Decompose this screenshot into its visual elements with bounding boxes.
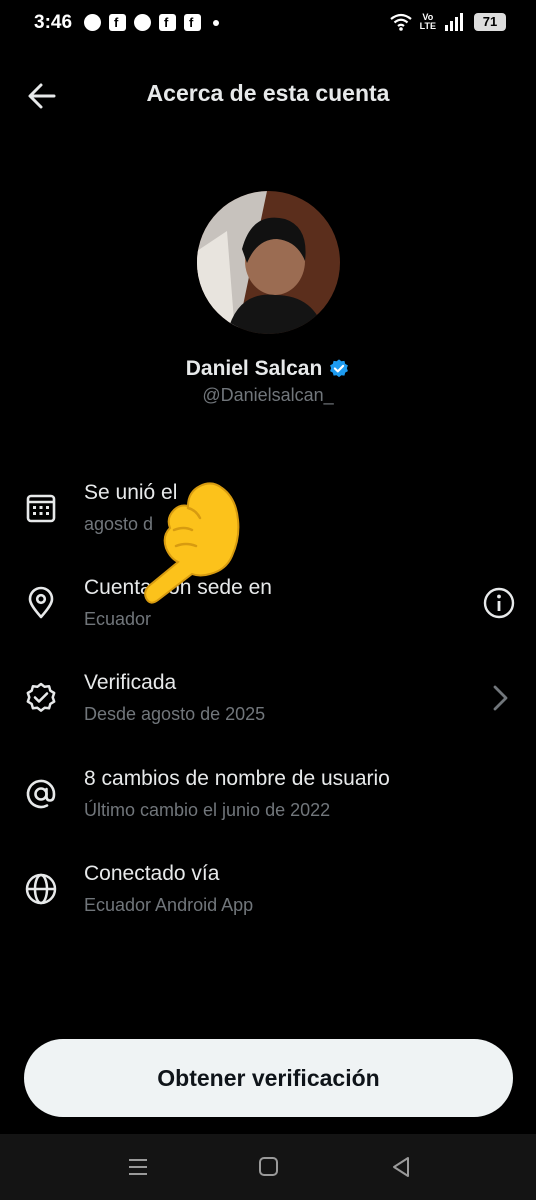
get-verified-button[interactable]: Obtener verificación — [24, 1039, 513, 1117]
at-sign-icon — [26, 779, 56, 809]
row-subtitle: Desde agosto de 2025 — [84, 704, 266, 724]
status-time: 3:46 — [34, 12, 73, 33]
notification-icons: f f f — [84, 14, 219, 31]
more-notifications-dot-icon — [213, 19, 219, 26]
row-subtitle: Ecuador Android App — [84, 895, 254, 915]
pointing-hand-emoji-icon — [144, 482, 240, 604]
verified-badge-icon[interactable] — [328, 358, 350, 380]
verified-row[interactable]: Verificada Desde agosto de 2025 — [0, 671, 536, 751]
row-title: 8 cambios de nombre de usuario — [84, 767, 390, 790]
row-title: Conectado vía — [84, 862, 220, 885]
status-bar: 3:46 f f f Vo LTE 71 — [0, 0, 536, 48]
signal-icon — [445, 13, 463, 31]
home-icon[interactable] — [253, 1154, 283, 1180]
row-subtitle: Ecuador — [84, 609, 152, 629]
chevron-right-icon — [493, 685, 508, 711]
facebook-icon: f — [159, 14, 176, 31]
battery-icon: 71 — [474, 13, 506, 31]
battery-level: 71 — [482, 14, 498, 29]
page-title: Acerca de esta cuenta — [146, 80, 390, 106]
recent-apps-icon[interactable] — [123, 1154, 153, 1180]
messenger-icon — [134, 14, 151, 31]
profile-name-row: Daniel Salcan — [0, 357, 536, 381]
info-icon[interactable] — [482, 586, 516, 620]
back-nav-icon[interactable] — [386, 1154, 416, 1180]
system-icons: Vo LTE 71 — [389, 12, 506, 31]
calendar-icon — [26, 494, 56, 523]
whatsapp-icon — [84, 14, 101, 31]
account-based-in-row: Cuenta con sede en Ecuador — [0, 576, 536, 656]
connected-via-row: Conectado vía Ecuador Android App — [0, 862, 536, 942]
globe-icon — [25, 873, 57, 905]
avatar — [197, 191, 340, 334]
facebook-icon: f — [109, 14, 126, 31]
joined-row: Se unió el agosto d — [0, 481, 536, 561]
volte-indicator: Vo LTE — [419, 12, 436, 31]
location-pin-icon — [28, 586, 54, 619]
system-navigation-bar — [0, 1134, 536, 1200]
facebook-icon: f — [184, 14, 201, 31]
profile-name: Daniel Salcan — [185, 357, 323, 380]
row-title: Verificada — [84, 671, 177, 694]
wifi-icon — [389, 13, 412, 31]
profile-handle: @Danielsalcan_ — [202, 385, 334, 405]
row-subtitle: Último cambio el junio de 2022 — [84, 800, 331, 820]
verified-badge-outline-icon — [26, 682, 56, 712]
username-changes-row: 8 cambios de nombre de usuario Último ca… — [0, 767, 536, 847]
